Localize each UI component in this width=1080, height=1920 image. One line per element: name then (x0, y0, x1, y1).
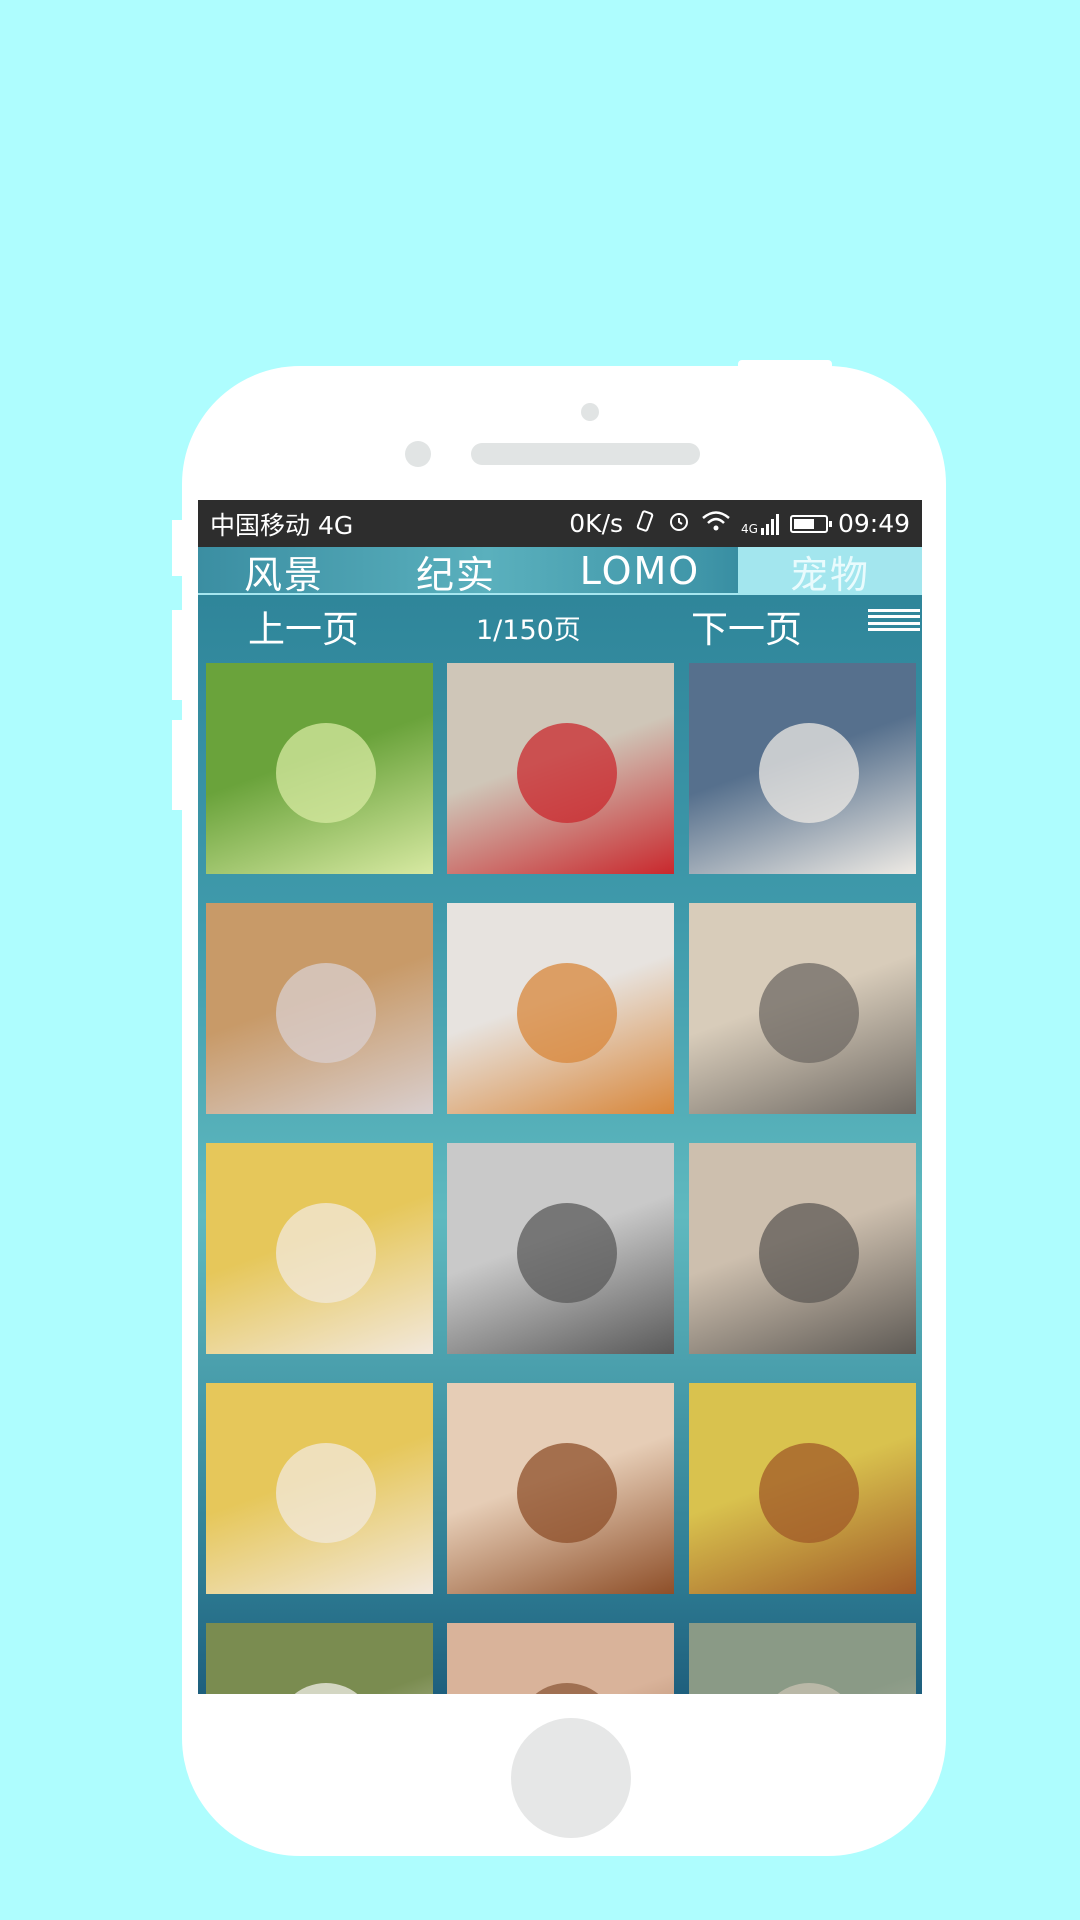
home-button[interactable] (511, 1718, 631, 1838)
photo-subject (759, 1683, 859, 1694)
photo-thumbnail[interactable] (689, 1143, 916, 1354)
photo-subject (759, 1443, 859, 1543)
photo-subject (517, 963, 617, 1063)
photo-subject (276, 963, 376, 1063)
photo-thumbnail[interactable] (447, 1383, 674, 1594)
signal-icon: 4G (741, 513, 780, 535)
app-screen: 中国移动 4G 0K/s 4G 09:49 风景 纪实 LOMO 宠物 上一页 … (198, 500, 922, 1694)
prev-page-button[interactable]: 上一页 (248, 599, 359, 653)
network-speed: 0K/s (569, 509, 624, 538)
battery-icon (789, 514, 832, 533)
photo-thumbnail[interactable] (447, 1143, 674, 1354)
photo-subject (759, 963, 859, 1063)
photo-thumbnail[interactable] (206, 1623, 433, 1694)
carrier-label: 中国移动 4G (210, 510, 354, 540)
front-camera (581, 403, 599, 421)
photo-subject (517, 723, 617, 823)
photo-thumbnail[interactable] (206, 663, 433, 874)
alarm-icon (667, 509, 691, 539)
tab-documentary[interactable]: 纪实 (370, 547, 542, 597)
photo-subject (517, 1683, 617, 1694)
menu-icon[interactable] (868, 609, 920, 631)
photo-thumbnail[interactable] (447, 663, 674, 874)
photo-thumbnail[interactable] (689, 1383, 916, 1594)
photo-thumbnail[interactable] (206, 1383, 433, 1594)
network-type-label: 4G (741, 521, 758, 536)
earpiece-speaker (471, 443, 700, 465)
wifi-icon (701, 509, 731, 539)
photo-subject (517, 1203, 617, 1303)
photo-subject (276, 1203, 376, 1303)
pagination-bar: 上一页 1/150页 下一页 (198, 595, 922, 655)
category-tabs: 风景 纪实 LOMO 宠物 (198, 547, 922, 597)
status-bar: 中国移动 4G 0K/s 4G 09:49 (198, 500, 922, 547)
photo-subject (517, 1443, 617, 1543)
photo-subject (276, 723, 376, 823)
tab-pets[interactable]: 宠物 (738, 547, 922, 597)
photo-thumbnail[interactable] (206, 903, 433, 1114)
photo-thumbnail[interactable] (689, 903, 916, 1114)
photo-thumbnail[interactable] (447, 1623, 674, 1694)
photo-thumbnail[interactable] (447, 903, 674, 1114)
tab-scenery[interactable]: 风景 (198, 547, 370, 597)
photo-thumbnail[interactable] (206, 1143, 433, 1354)
proximity-sensor (405, 441, 431, 467)
photo-thumbnail[interactable] (689, 1623, 916, 1694)
clock: 09:49 (837, 509, 910, 538)
tab-lomo[interactable]: LOMO (542, 547, 738, 595)
next-page-button[interactable]: 下一页 (691, 599, 802, 653)
vibrate-icon (633, 509, 657, 539)
photo-subject (759, 723, 859, 823)
photo-subject (276, 1683, 376, 1694)
photo-subject (759, 1203, 859, 1303)
photo-subject (276, 1443, 376, 1543)
page-counter: 1/150页 (476, 615, 581, 646)
photo-thumbnail[interactable] (689, 663, 916, 874)
